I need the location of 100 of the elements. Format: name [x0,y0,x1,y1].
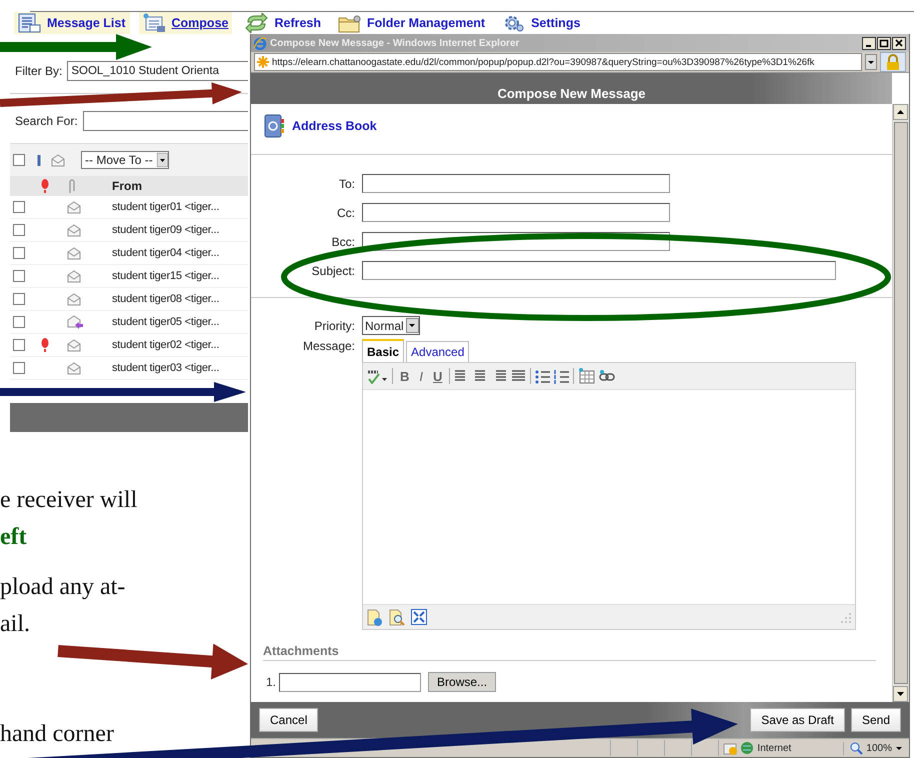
link-icon [599,370,616,382]
message-editor[interactable]: B I U [362,362,856,630]
body-text-line: ail. [0,610,31,638]
field-label: Subject: [312,264,355,278]
resize-grip-icon [838,610,852,624]
envelope-icon [67,246,81,260]
scroll-down-icon [893,686,908,702]
row-checkbox[interactable] [13,362,25,374]
maximize-icon[interactable] [877,36,891,50]
zoom-icon [850,742,864,754]
caret-icon [406,318,419,333]
sender-cell-text: student tiger15 <tiger... [112,270,220,282]
envelope-icon [67,292,81,306]
list-icon [18,13,41,33]
row-checkbox[interactable] [13,293,25,305]
envelope-icon [67,338,81,352]
site-icon [257,56,269,68]
address-book-link[interactable]: Address Book [292,119,377,133]
body-text-line: e receiver will [0,486,138,515]
fullscreen-icon [411,609,427,625]
caret-icon [156,153,168,167]
sender-cell-text: student tiger03 <tiger... [112,362,220,374]
sender-cell-text: student tiger01 <tiger... [112,201,220,213]
priority-icon [41,179,49,193]
caret-icon [865,54,877,70]
window-title: Compose New Message - Windows Internet Explorer [270,38,520,48]
preview-icon [389,608,405,626]
browse-button[interactable]: Browse... [428,672,496,692]
dialog-button[interactable]: Save as Draft [750,708,845,732]
search-label: Search For: [15,114,78,128]
compose-icon [142,13,166,33]
document-icon [367,608,383,626]
globe-icon [741,741,754,755]
envelope-icon [67,362,81,374]
toolbar-link[interactable]: Settings [498,12,584,34]
settings-icon [502,13,526,33]
envelope-icon [51,154,65,166]
body-text-line: eft [0,522,28,552]
toolbar-link[interactable]: Message List [14,12,130,34]
input-field[interactable] [362,261,836,280]
spellcheck-icon [367,368,388,384]
editor-tab[interactable]: Basic [362,339,404,362]
scroll-up-icon [893,104,908,120]
row-checkbox[interactable] [13,247,25,259]
folder-icon [338,13,362,33]
scrollbar[interactable] [892,104,909,702]
format-button[interactable]: I [416,368,426,384]
format-button[interactable]: U [430,368,446,384]
row-checkbox[interactable] [13,270,25,282]
dialog-button[interactable]: Send [850,708,901,732]
body-text-line: hand corner [0,720,115,749]
sender-cell-text: student tiger08 <tiger... [112,293,220,305]
format-button[interactable]: B [397,368,412,384]
security-zone: Internet [757,742,792,754]
priority-dropdown[interactable]: Normal [362,316,420,335]
warning-icon [723,741,738,755]
refresh-icon [245,13,268,33]
body-text-line: pload any at- [0,573,126,602]
field-label: Bcc: [332,234,355,248]
table-icon [578,368,596,384]
address-book-icon [263,114,284,138]
toolbar-link[interactable]: Compose [138,12,232,34]
close-icon[interactable] [892,36,906,50]
paperclip-icon [67,178,76,194]
address-bar[interactable]: https://elearn.chattanoogastate.edu/d2l/common/popup/popup.d2l?ou=390987&queryString=ou%3D390987%26type%3D1%26fk [254,53,862,71]
zoom-control[interactable]: 100% [843,742,909,754]
lock-icon [885,54,901,70]
numbered-list-icon [554,368,570,384]
browser-icon [254,36,267,50]
move-to-dropdown[interactable]: -- Move To -- [81,151,169,169]
row-checkbox[interactable] [13,316,25,328]
field-label: Message: [302,339,355,353]
row-checkbox[interactable] [13,201,25,213]
field-label: To: [338,176,355,190]
input-field[interactable] [362,174,670,193]
sender-cell-text: student tiger04 <tiger... [112,247,220,259]
search-field[interactable] [82,111,248,131]
filter-dropdown[interactable]: SOOL_1010 Student Orienta [67,61,248,81]
dialog-header: Compose New Message [251,73,892,104]
field-label: Cc: [337,206,355,220]
row-checkbox[interactable] [13,224,25,236]
attachment-number: 1. [266,675,276,689]
filter-label: Filter By: [15,64,62,78]
minimize-icon[interactable] [862,36,876,50]
sender-cell-text: student tiger05 <tiger... [112,316,220,328]
caret-icon [895,745,903,751]
dialog-button[interactable]: Cancel [259,708,318,732]
row-checkbox[interactable] [13,339,25,351]
envelope-icon [67,224,81,236]
editor-tab[interactable]: Advanced [406,341,470,362]
toolbar-link[interactable]: Refresh [241,12,326,34]
toolbar-link[interactable]: Folder Management [334,12,490,34]
justify-icon [511,368,526,384]
input-field[interactable] [362,203,670,222]
sender-cell-text: student tiger02 <tiger... [112,339,220,351]
sender-cell-text: student tiger09 <tiger... [112,224,220,236]
field-label: Priority: [314,318,355,332]
select-all-checkbox[interactable] [13,154,25,166]
envelope-icon [67,270,81,282]
file-field[interactable] [279,672,422,692]
